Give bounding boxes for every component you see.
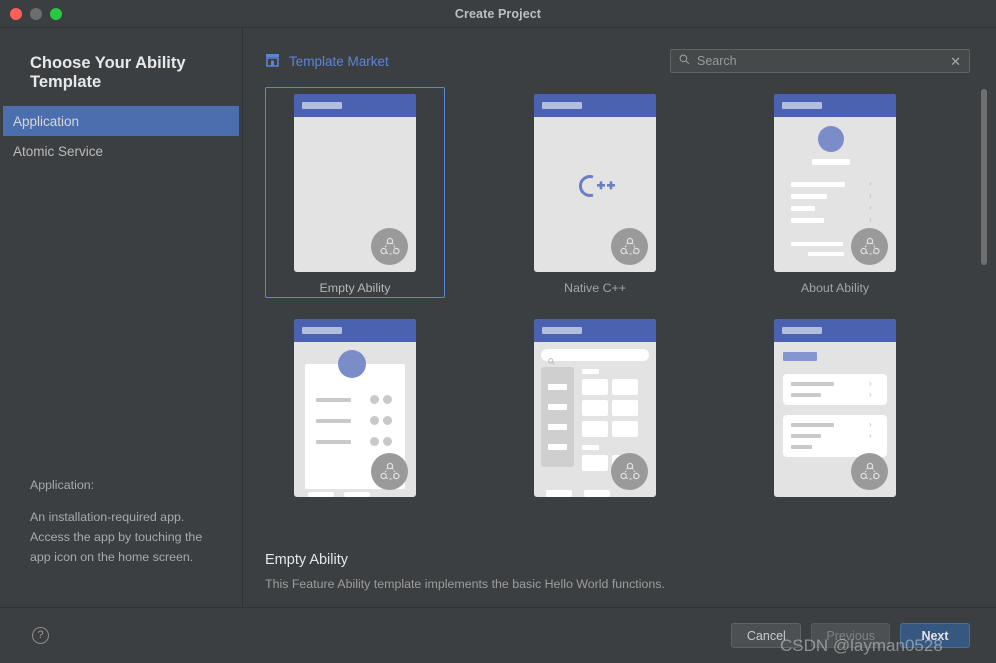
sidebar-item-label: Application <box>13 113 80 129</box>
template-market-label: Template Market <box>289 53 389 69</box>
template-category-list: Application Atomic Service <box>0 106 242 166</box>
harmony-badge-icon <box>611 453 648 490</box>
search-input-placeholder[interactable]: Search <box>697 55 942 68</box>
thumb-content: › › › › <box>774 342 896 497</box>
cancel-button[interactable]: Cancel <box>731 623 802 648</box>
harmony-badge-icon <box>851 453 888 490</box>
template-thumbnail <box>534 319 656 497</box>
harmony-badge-icon <box>371 228 408 265</box>
template-thumbnail <box>534 94 656 272</box>
template-card-label: Empty Ability <box>319 281 391 295</box>
traffic-light-buttons <box>0 7 62 20</box>
help-icon[interactable]: ? <box>32 627 49 644</box>
template-thumbnail <box>294 319 416 497</box>
sidebar-item-atomic-service[interactable]: Atomic Service <box>3 136 239 166</box>
template-grid-scrollbar[interactable] <box>981 89 987 479</box>
template-thumbnail <box>294 94 416 272</box>
search-input[interactable]: Search ✕ <box>670 49 970 73</box>
cpp-logo-icon <box>534 173 656 204</box>
template-detail-title: Empty Ability <box>265 552 348 568</box>
thumb-content <box>294 117 416 272</box>
template-card-native-cpp[interactable]: Native C++ <box>505 87 685 298</box>
sidebar-item-label: Atomic Service <box>13 143 104 159</box>
template-card-about-ability[interactable]: › › › › About Ability <box>745 87 925 298</box>
scrollbar-thumb[interactable] <box>981 89 987 265</box>
thumb-header <box>534 94 656 117</box>
template-grid-scroll-area: Empty Ability Native C++ › › › › About A… <box>243 87 996 546</box>
close-icon[interactable]: ✕ <box>949 55 962 68</box>
footer-buttons: Cancel Previous Next <box>731 623 970 648</box>
page-title: Choose Your Ability Template <box>30 54 186 91</box>
thumb-header <box>774 94 896 117</box>
close-button[interactable] <box>10 7 22 20</box>
storefront-icon <box>265 53 280 70</box>
sidebar-item-application[interactable]: Application <box>3 106 239 136</box>
template-card-label: About Ability <box>800 281 870 295</box>
template-toolbar: Template Market Search ✕ <box>243 28 996 73</box>
thumb-content <box>294 342 416 497</box>
template-grid: Empty Ability Native C++ › › › › About A… <box>265 87 972 523</box>
template-browser: Template Market Search ✕ Empty Ability N… <box>243 28 996 607</box>
thumb-content: › › › › <box>774 117 896 272</box>
harmony-badge-icon <box>371 453 408 490</box>
template-detail: Empty Ability This Feature Ability templ… <box>243 546 996 607</box>
thumb-header <box>294 94 416 117</box>
next-button[interactable]: Next <box>900 623 970 648</box>
template-card-profile[interactable] <box>265 312 445 523</box>
minimize-button[interactable] <box>30 7 42 20</box>
window-title: Create Project <box>454 6 542 21</box>
previous-button[interactable]: Previous <box>811 623 890 648</box>
template-thumbnail: › › › › <box>774 319 896 497</box>
template-card-empty-ability[interactable]: Empty Ability <box>265 87 445 298</box>
thumb-header <box>294 319 416 342</box>
zoom-button[interactable] <box>50 7 62 20</box>
dialog-footer: ? Cancel Previous Next CSDN @layman0528 <box>0 607 996 663</box>
template-card-category-grid[interactable] <box>505 312 685 523</box>
thumb-header <box>774 319 896 342</box>
thumb-content <box>534 117 656 272</box>
template-card-settings-list[interactable]: › › › › <box>745 312 925 523</box>
template-card-label: Native C++ <box>564 281 626 295</box>
create-project-dialog: Create Project Choose Your Ability Templ… <box>0 0 996 663</box>
search-icon <box>679 52 690 70</box>
ability-template-sidebar: Choose Your Ability Template Application… <box>0 28 243 607</box>
category-description-body: An installation-required app. Access the… <box>30 510 203 565</box>
harmony-badge-icon <box>851 228 888 265</box>
category-description-lead: Application: <box>30 478 95 492</box>
thumb-header <box>534 319 656 342</box>
harmony-badge-icon <box>611 228 648 265</box>
category-description: Application: An installation-required ap… <box>30 475 226 567</box>
template-thumbnail: › › › › <box>774 94 896 272</box>
thumb-content <box>534 342 656 497</box>
template-market-link[interactable]: Template Market <box>265 53 389 70</box>
template-detail-description: This Feature Ability template implements… <box>265 577 665 591</box>
dialog-body: Choose Your Ability Template Application… <box>0 28 996 607</box>
title-bar: Create Project <box>0 0 996 28</box>
